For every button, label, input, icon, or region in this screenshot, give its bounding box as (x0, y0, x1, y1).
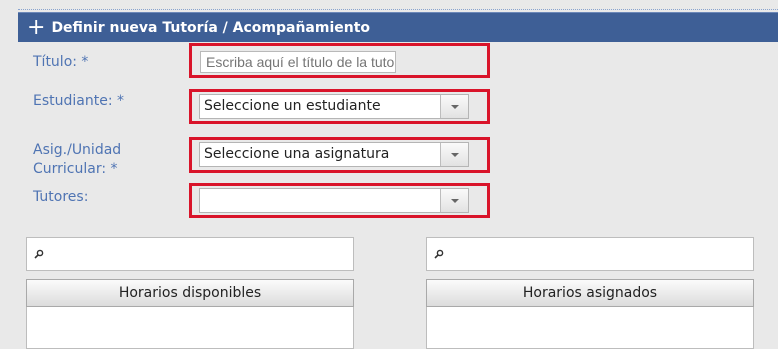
title-label: Título: * (33, 54, 89, 70)
student-select-value: Seleccione un estudiante (204, 98, 381, 114)
subject-select-value: Seleccione una asignatura (204, 146, 390, 162)
tutors-select[interactable] (199, 188, 469, 213)
assigned-schedules-list[interactable] (426, 307, 754, 349)
available-schedules-list[interactable] (26, 307, 354, 349)
search-icon (34, 249, 44, 259)
section-header: + Definir nueva Tutoría / Acompañamiento (18, 12, 778, 42)
plus-icon: + (27, 14, 46, 40)
student-label: Estudiante: * (33, 93, 124, 109)
section-title: Definir nueva Tutoría / Acompañamiento (51, 19, 371, 36)
subject-select[interactable]: Seleccione una asignatura (199, 142, 469, 167)
assigned-schedules-header: Horarios asignados (426, 279, 754, 307)
subject-label-line2: Curricular: * (33, 161, 118, 177)
chevron-down-icon[interactable] (440, 189, 468, 212)
assigned-search-input[interactable] (426, 237, 754, 271)
title-input[interactable] (200, 51, 396, 73)
available-search-input[interactable] (26, 237, 354, 271)
chevron-down-icon[interactable] (440, 143, 468, 166)
tutors-label: Tutores: (33, 189, 89, 205)
chevron-down-icon[interactable] (440, 95, 468, 118)
student-select[interactable]: Seleccione un estudiante (199, 94, 469, 119)
available-schedules-header: Horarios disponibles (26, 279, 354, 307)
search-icon (434, 249, 444, 259)
subject-label-line1: Asig./Unidad (33, 142, 122, 158)
